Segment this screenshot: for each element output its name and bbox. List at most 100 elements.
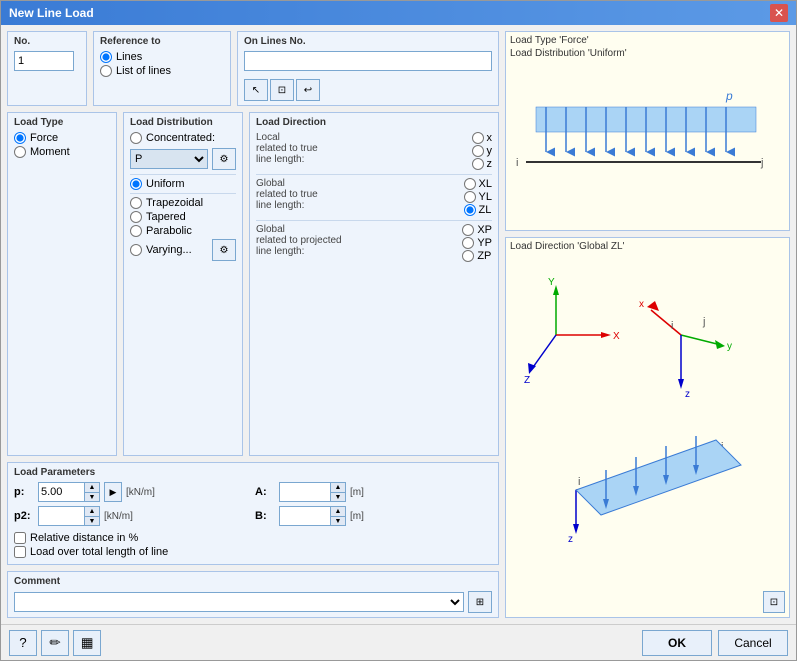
svg-text:X: X (613, 331, 620, 342)
global-true-radios: XL YL ZL (464, 178, 492, 216)
help-button[interactable]: ? (9, 630, 37, 656)
svg-text:i: i (578, 476, 580, 488)
table-button[interactable]: ▦ (73, 630, 101, 656)
b-unit-label: [m] (350, 511, 364, 522)
a-unit-label: [m] (350, 487, 364, 498)
no-section: No. (7, 31, 87, 106)
a-row: A: ▲ ▼ [m] (255, 482, 492, 502)
varying-radio[interactable] (130, 244, 142, 256)
trapezoidal-radio[interactable] (130, 197, 142, 209)
p-value-input[interactable] (39, 483, 84, 501)
bottom-bar: ? ✏ ▦ OK Cancel (1, 624, 796, 660)
back-button[interactable]: ↩ (296, 79, 320, 101)
y-radio[interactable] (472, 145, 484, 157)
cursor-button[interactable]: ↖ (244, 79, 268, 101)
rel-distance-checkbox[interactable] (14, 532, 26, 544)
moment-radio[interactable] (14, 146, 26, 158)
concentrated-radio[interactable] (130, 132, 142, 144)
params-grid: p: ▲ ▼ ▶ [kN/m] (14, 482, 492, 526)
yp-radio[interactable] (462, 237, 474, 249)
p-spin-btns: ▲ ▼ (84, 483, 99, 501)
varying-settings-btn[interactable]: ⚙ (212, 239, 236, 261)
comment-select[interactable] (14, 592, 464, 612)
comment-label: Comment (14, 576, 492, 587)
a-spin-btns: ▲ ▼ (330, 483, 345, 501)
parabolic-radio[interactable] (130, 225, 142, 237)
global-true-section: Globalrelated to trueline length: (256, 178, 458, 212)
tapered-radio[interactable] (130, 211, 142, 223)
p2-spin-input: ▲ ▼ (38, 506, 100, 526)
comment-copy-btn[interactable]: ⊞ (468, 591, 492, 613)
varying-label: Varying... (146, 244, 192, 256)
cancel-button[interactable]: Cancel (718, 630, 788, 656)
p2-spin-up[interactable]: ▲ (85, 507, 99, 516)
y-label: y (487, 145, 493, 157)
svg-text:p: p (725, 89, 733, 103)
parabolic-radio-row: Parabolic (130, 225, 236, 237)
local-radios: x y z (472, 132, 493, 170)
zl-radio[interactable] (464, 204, 476, 216)
p-settings-btn[interactable]: ⚙ (212, 148, 236, 170)
list-radio[interactable] (100, 65, 112, 77)
p-select[interactable]: P (130, 149, 208, 169)
left-params: p: ▲ ▼ ▶ [kN/m] (14, 482, 251, 526)
zp-radio[interactable] (462, 250, 474, 262)
p-spin-up[interactable]: ▲ (85, 483, 99, 492)
p-param-label: p: (14, 486, 34, 498)
xp-radio[interactable] (462, 224, 474, 236)
global-proj-section: Globalrelated to projectedline length: (256, 224, 456, 258)
tapered-label: Tapered (146, 211, 186, 223)
a-spin-up[interactable]: ▲ (331, 483, 345, 492)
online-label: On Lines No. (244, 36, 492, 47)
online-input[interactable] (244, 51, 492, 71)
load-params-section: Load Parameters p: ▲ ▼ (7, 462, 499, 565)
xl-radio[interactable] (464, 178, 476, 190)
x-radio[interactable] (472, 132, 484, 144)
load-dist-label: Load Distribution (130, 117, 236, 128)
select-button[interactable]: ⊡ (270, 79, 294, 101)
edit-button[interactable]: ✏ (41, 630, 69, 656)
p2-spin-down[interactable]: ▼ (85, 516, 99, 525)
a-value-input[interactable] (280, 483, 330, 501)
a-spin-down[interactable]: ▼ (331, 492, 345, 501)
yl-label: YL (479, 191, 492, 203)
svg-text:x: x (639, 299, 644, 310)
dialog-title: New Line Load (9, 6, 94, 20)
no-input[interactable] (14, 51, 74, 71)
list-radio-row: List of lines (100, 65, 224, 77)
p-spin-down[interactable]: ▼ (85, 492, 99, 501)
left-panel: No. Reference to Lines List of lines (7, 31, 499, 618)
online-toolbar: ↖ ⊡ ↩ (244, 79, 492, 101)
preview-settings-btn[interactable]: ⊡ (763, 591, 785, 613)
load-total-checkbox[interactable] (14, 546, 26, 558)
comment-row: ⊞ (14, 591, 492, 613)
p2-spin-btns: ▲ ▼ (84, 507, 99, 525)
b-spin-input: ▲ ▼ (279, 506, 346, 526)
p-spin-input: ▲ ▼ (38, 482, 100, 502)
force-radio[interactable] (14, 132, 26, 144)
b-spin-down[interactable]: ▼ (331, 516, 345, 525)
b-spin-up[interactable]: ▲ (331, 507, 345, 516)
dialog-body: No. Reference to Lines List of lines (1, 25, 796, 624)
uniform-label: Uniform (146, 178, 185, 190)
load-type-section: Load Type Force Moment (7, 112, 117, 456)
b-value-input[interactable] (280, 507, 330, 525)
p-unit-btn[interactable]: ▶ (104, 482, 122, 502)
svg-text:z: z (568, 534, 573, 545)
p2-value-input[interactable] (39, 507, 84, 525)
force-preview-title: Load Type 'Force' Load Distribution 'Uni… (506, 32, 789, 62)
b-param-label: B: (255, 510, 275, 522)
z-radio[interactable] (472, 158, 484, 170)
svg-text:j: j (760, 157, 763, 169)
direction-preview-box: Load Direction 'Global ZL' Y X (505, 237, 790, 618)
trapezoidal-radio-row: Trapezoidal (130, 197, 236, 209)
uniform-radio[interactable] (130, 178, 142, 190)
zl-label: ZL (479, 204, 492, 216)
load-total-label: Load over total length of line (30, 546, 168, 558)
lines-radio[interactable] (100, 51, 112, 63)
x-label: x (487, 132, 493, 144)
yl-radio[interactable] (464, 191, 476, 203)
list-label: List of lines (116, 65, 171, 77)
ok-button[interactable]: OK (642, 630, 712, 656)
close-button[interactable]: ✕ (770, 4, 788, 22)
